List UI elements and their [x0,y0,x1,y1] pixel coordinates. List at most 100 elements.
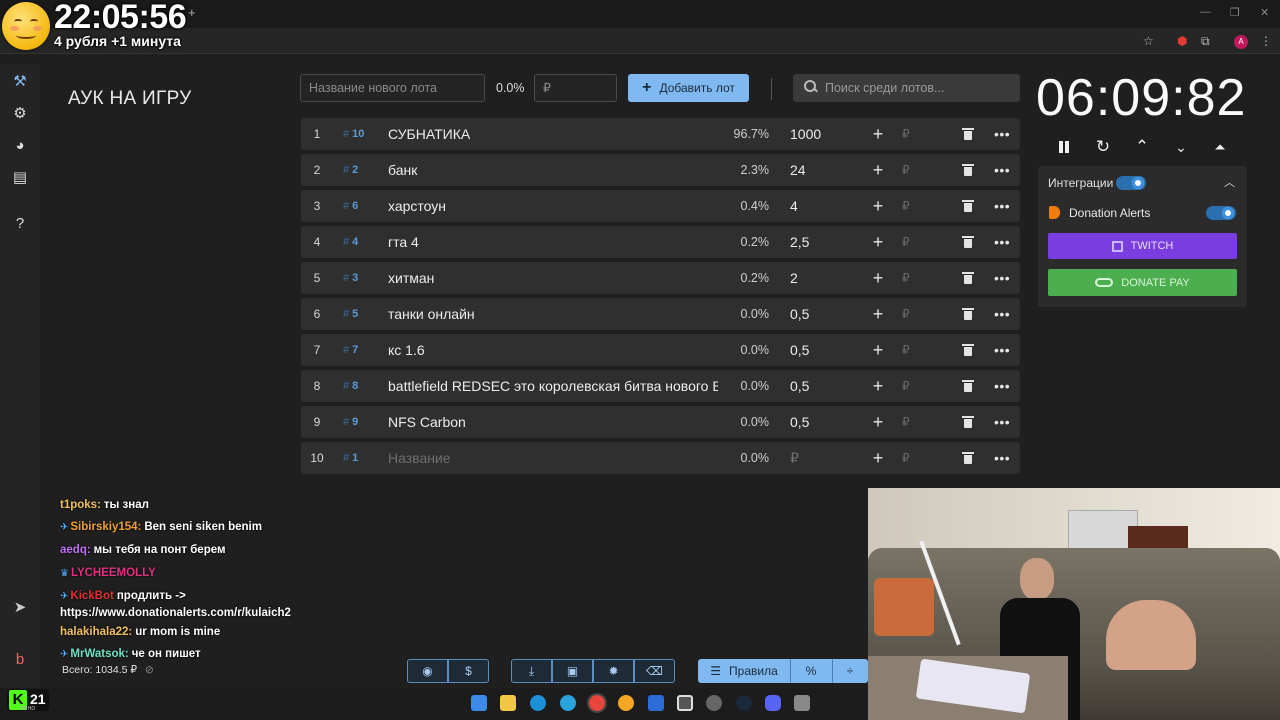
more-options-icon[interactable]: ••• [994,226,1010,258]
more-options-icon[interactable]: ••• [994,190,1010,222]
reset-icon[interactable]: ↻ [1092,136,1114,158]
eye-slash-icon[interactable]: ⊘ [145,664,154,676]
donatepay-button[interactable]: DONATE PAY [1048,269,1237,296]
more-options-icon[interactable]: ••• [994,298,1010,330]
lot-amount[interactable]: 2 [790,262,798,294]
add-lot-button[interactable]: + Добавить лот [628,74,749,102]
double-chevron-up-icon[interactable]: ⏶ [1209,136,1231,158]
more-options-icon[interactable]: ••• [994,262,1010,294]
more-options-icon[interactable]: ••• [994,370,1010,402]
lot-id-badge[interactable]: #5 [343,298,358,330]
maximize-button[interactable]: ❐ [1230,6,1240,19]
more-options-icon[interactable]: ••• [994,406,1010,438]
telegram-icon[interactable]: ➤ [10,598,30,618]
more-options-icon[interactable]: ••• [994,118,1010,150]
lot-search-input[interactable]: Поиск среди лотов... [793,74,1020,102]
percent-button[interactable]: % [790,659,832,683]
help-icon[interactable]: ? [10,214,30,234]
new-lot-amount-input[interactable] [534,74,617,102]
telegram-taskbar-icon[interactable] [560,695,576,711]
lot-row[interactable]: 6 #5 танки онлайн 0.0% 0,5 + ₽ ••• [301,298,1020,330]
new-tab-button[interactable]: + [188,5,196,20]
lot-name[interactable]: хитман [388,262,718,294]
add-amount-button[interactable]: + [870,226,886,258]
lot-name[interactable]: гта 4 [388,226,718,258]
add-amount-button[interactable]: + [870,190,886,222]
add-amount-field[interactable]: ₽ [902,154,910,186]
chevron-down-icon[interactable]: ⌄ [1170,136,1192,158]
trash-icon[interactable] [962,164,974,176]
add-amount-button[interactable]: + [870,262,886,294]
lot-row[interactable]: 10 #1 Название 0.0% ₽ + ₽ ••• [301,442,1020,474]
stats-icon[interactable] [648,695,664,711]
browser-menu-icon[interactable]: ⋮ [1260,34,1272,48]
add-amount-field[interactable]: ₽ [902,370,910,402]
lot-row[interactable]: 3 #6 харстоун 0.4% 4 + ₽ ••• [301,190,1020,222]
donation-alerts-toggle[interactable] [1206,206,1236,220]
lot-id-badge[interactable]: #10 [343,118,364,150]
lot-row[interactable]: 1 #10 СУБНАТИКА 96.7% 1000 + ₽ ••• [301,118,1020,150]
lot-name[interactable]: танки онлайн [388,298,718,330]
lot-id-badge[interactable]: #4 [343,226,358,258]
integrations-toggle[interactable] [1116,176,1146,190]
boosty-icon[interactable]: b [10,650,30,670]
extension-shield-icon[interactable]: ⬢ [1177,34,1187,48]
new-lot-name-input[interactable] [300,74,485,102]
add-amount-field[interactable]: ₽ [902,190,910,222]
lot-id-badge[interactable]: #3 [343,262,358,294]
profile-avatar[interactable]: A [1234,35,1248,49]
add-amount-button[interactable]: + [870,442,886,474]
add-amount-field[interactable]: ₽ [902,334,910,366]
discord-icon[interactable] [765,695,781,711]
add-amount-field[interactable]: ₽ [902,406,910,438]
lot-amount[interactable]: 0,5 [790,334,809,366]
lot-id-badge[interactable]: #7 [343,334,358,366]
trash-icon[interactable] [962,308,974,320]
lot-amount[interactable]: 0,5 [790,406,809,438]
lot-row[interactable]: 5 #3 хитман 0.2% 2 + ₽ ••• [301,262,1020,294]
lot-row[interactable]: 2 #2 банк 2.3% 24 + ₽ ••• [301,154,1020,186]
lot-id-badge[interactable]: #6 [343,190,358,222]
lot-id-badge[interactable]: #9 [343,406,358,438]
lot-row[interactable]: 9 #9 NFS Carbon 0.0% 0,5 + ₽ ••• [301,406,1020,438]
add-amount-button[interactable]: + [870,298,886,330]
bug-report-button[interactable]: ✹ [593,659,634,683]
trash-icon[interactable] [962,236,974,248]
add-amount-button[interactable]: + [870,406,886,438]
wheel-chart-icon[interactable]: ◕ [10,136,30,156]
gear-icon[interactable]: ⚙ [10,104,30,124]
lot-amount[interactable]: ₽ [790,442,799,474]
add-amount-field[interactable]: ₽ [902,442,910,474]
gavel-icon[interactable]: ⚒ [10,72,30,92]
lot-amount[interactable]: 1000 [790,118,821,150]
trash-icon[interactable] [962,380,974,392]
clipboard-icon[interactable]: ▤ [10,168,30,188]
lot-name[interactable]: харстоун [388,190,718,222]
lot-id-badge[interactable]: #8 [343,370,358,402]
windows-start-icon[interactable] [471,695,487,711]
add-amount-button[interactable]: + [870,154,886,186]
minimize-button[interactable]: — [1200,6,1211,18]
lot-amount[interactable]: 4 [790,190,798,222]
calculator-icon[interactable] [794,695,810,711]
bookmark-star-icon[interactable]: ☆ [1143,34,1154,48]
lot-amount[interactable]: 0,5 [790,370,809,402]
yandex-music-icon[interactable] [618,695,634,711]
file-explorer-icon[interactable] [500,695,516,711]
address-bar[interactable]: ☆ ⬢ ⧉ ⋮ [0,28,1280,54]
add-amount-field[interactable]: ₽ [902,226,910,258]
lot-name[interactable]: Название [388,442,718,474]
more-options-icon[interactable]: ••• [994,334,1010,366]
steam-icon[interactable] [736,695,752,711]
lot-name[interactable]: кс 1.6 [388,334,718,366]
trash-icon[interactable] [962,128,974,140]
collapse-chevron-icon[interactable]: ︿ [1224,174,1235,190]
add-amount-field[interactable]: ₽ [902,262,910,294]
add-amount-field[interactable]: ₽ [902,118,910,150]
add-amount-button[interactable]: + [870,370,886,402]
lot-id-badge[interactable]: #2 [343,154,358,186]
add-amount-field[interactable]: ₽ [902,298,910,330]
trash-icon[interactable] [962,200,974,212]
download-button[interactable]: ⤓ [511,659,552,683]
trash-icon[interactable] [962,452,974,464]
